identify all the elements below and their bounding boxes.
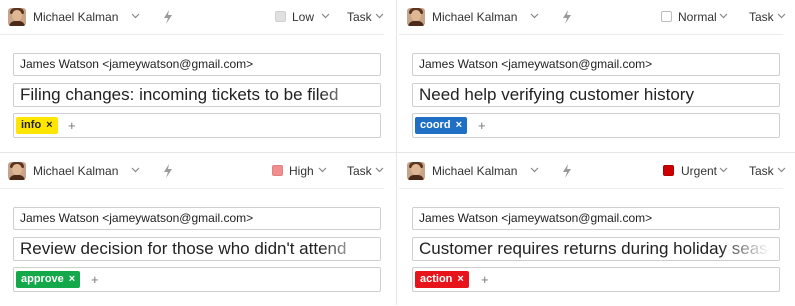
- chevron-down-icon[interactable]: [131, 167, 140, 173]
- add-tag-button[interactable]: +: [68, 117, 76, 134]
- ticket-header: Michael Kalman Urgent Task: [399, 154, 786, 189]
- avatar[interactable]: [407, 8, 425, 26]
- tags-field[interactable]: coord × +: [412, 113, 780, 138]
- priority-color-swatch: [272, 165, 283, 176]
- type-label[interactable]: Task: [347, 164, 372, 178]
- avatar[interactable]: [8, 162, 26, 180]
- priority-label[interactable]: Low: [292, 10, 314, 24]
- subject-field[interactable]: Need help verifying customer history: [412, 83, 780, 107]
- subject-field[interactable]: Filing changes: incoming tickets to be f…: [13, 83, 381, 107]
- assignee-name[interactable]: Michael Kalman: [33, 164, 118, 178]
- chevron-down-icon[interactable]: [131, 13, 140, 19]
- ticket-card: Michael Kalman Low Task James Watson <ja…: [0, 0, 384, 152]
- row-divider: [0, 152, 795, 153]
- remove-tag-icon[interactable]: ×: [457, 273, 463, 285]
- lightning-icon[interactable]: [162, 9, 174, 25]
- priority-label[interactable]: High: [289, 164, 314, 178]
- chevron-down-icon[interactable]: [777, 167, 786, 173]
- assignee-name[interactable]: Michael Kalman: [432, 164, 517, 178]
- chevron-down-icon[interactable]: [375, 167, 384, 173]
- tag-chip[interactable]: approve ×: [16, 271, 81, 288]
- chevron-down-icon[interactable]: [375, 13, 384, 19]
- type-label[interactable]: Task: [749, 164, 774, 178]
- type-label[interactable]: Task: [749, 10, 774, 24]
- tags-field[interactable]: approve × +: [13, 267, 381, 292]
- remove-tag-icon[interactable]: ×: [46, 119, 52, 131]
- from-field[interactable]: James Watson <jameywatson@gmail.com>: [412, 53, 780, 76]
- priority-label[interactable]: Normal: [678, 10, 717, 24]
- chevron-down-icon[interactable]: [719, 167, 728, 173]
- subject-text: Review decision for those who didn't att…: [20, 239, 347, 258]
- subject-field[interactable]: Review decision for those who didn't att…: [13, 237, 381, 261]
- tags-field[interactable]: info × +: [13, 113, 381, 138]
- tags-field[interactable]: action × +: [412, 267, 780, 292]
- subject-field[interactable]: Customer requires returns during holiday…: [412, 237, 780, 261]
- tag-chip[interactable]: info ×: [16, 117, 58, 134]
- add-tag-button[interactable]: +: [91, 271, 99, 288]
- lightning-icon[interactable]: [561, 163, 573, 179]
- tag-chip[interactable]: action ×: [415, 271, 469, 288]
- lightning-icon[interactable]: [162, 163, 174, 179]
- add-tag-button[interactable]: +: [481, 271, 489, 288]
- tag-chip[interactable]: coord ×: [415, 117, 467, 134]
- lightning-icon[interactable]: [561, 9, 573, 25]
- subject-text: Filing changes: incoming tickets to be f…: [20, 85, 339, 104]
- ticket-header: Michael Kalman Low Task: [0, 0, 384, 35]
- tag-label: approve: [21, 273, 64, 285]
- chevron-down-icon[interactable]: [530, 167, 539, 173]
- remove-tag-icon[interactable]: ×: [456, 119, 462, 131]
- avatar[interactable]: [407, 162, 425, 180]
- subject-text: Need help verifying customer history: [419, 85, 694, 104]
- chevron-down-icon[interactable]: [321, 13, 330, 19]
- assignee-name[interactable]: Michael Kalman: [432, 10, 517, 24]
- from-field[interactable]: James Watson <jameywatson@gmail.com>: [13, 207, 381, 230]
- priority-color-swatch: [275, 11, 286, 22]
- chevron-down-icon[interactable]: [777, 13, 786, 19]
- priority-color-swatch: [663, 165, 674, 176]
- ticket-card: Michael Kalman Normal Task James Watson …: [399, 0, 786, 152]
- priority-color-swatch: [661, 11, 672, 22]
- add-tag-button[interactable]: +: [478, 117, 486, 134]
- chevron-down-icon[interactable]: [530, 13, 539, 19]
- from-field[interactable]: James Watson <jameywatson@gmail.com>: [412, 207, 780, 230]
- ticket-header: Michael Kalman Normal Task: [399, 0, 786, 35]
- tag-label: coord: [420, 119, 451, 131]
- from-field[interactable]: James Watson <jameywatson@gmail.com>: [13, 53, 381, 76]
- chevron-down-icon[interactable]: [719, 13, 728, 19]
- type-label[interactable]: Task: [347, 10, 372, 24]
- tag-label: info: [21, 119, 42, 131]
- priority-label[interactable]: Urgent: [681, 164, 717, 178]
- avatar[interactable]: [8, 8, 26, 26]
- ticket-card: Michael Kalman Urgent Task James Watson …: [399, 154, 786, 306]
- ticket-card: Michael Kalman High Task James Watson <j…: [0, 154, 384, 306]
- assignee-name[interactable]: Michael Kalman: [33, 10, 118, 24]
- tag-label: action: [420, 273, 453, 285]
- remove-tag-icon[interactable]: ×: [69, 273, 75, 285]
- chevron-down-icon[interactable]: [318, 167, 327, 173]
- ticket-header: Michael Kalman High Task: [0, 154, 384, 189]
